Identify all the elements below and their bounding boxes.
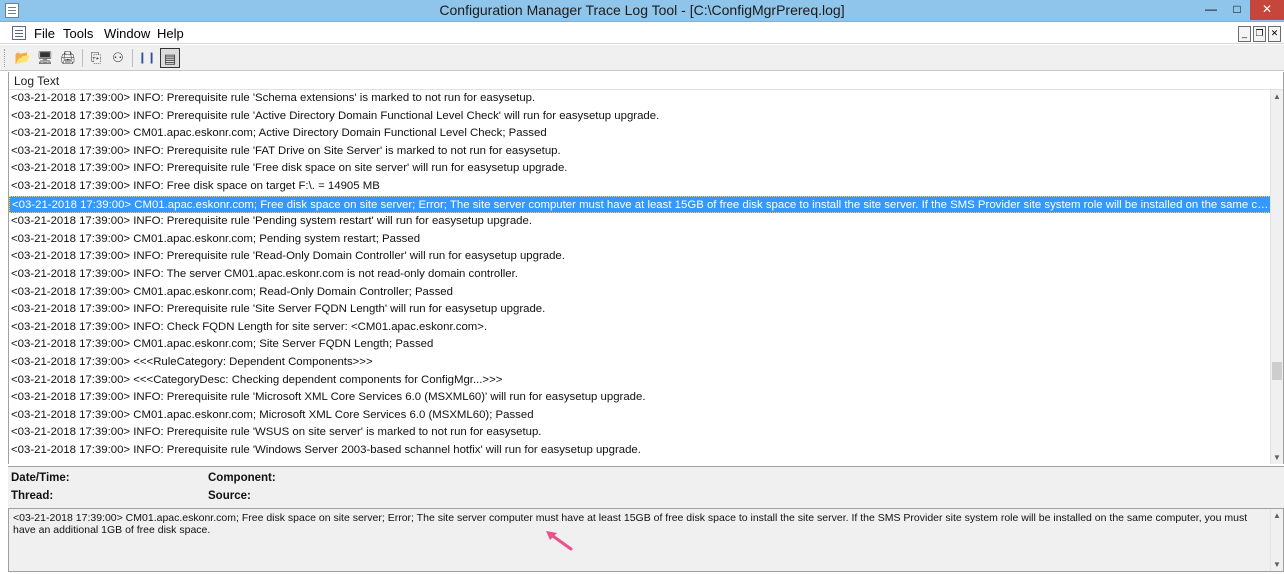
- log-vertical-scrollbar[interactable]: ▲ ▼: [1270, 90, 1283, 464]
- log-row[interactable]: <03-21-2018 17:39:00> INFO: Prerequisite…: [9, 143, 1271, 161]
- open-folder-icon[interactable]: 📂: [13, 48, 33, 68]
- scroll-up-icon[interactable]: ▲: [1273, 92, 1281, 101]
- menu-help[interactable]: Help: [157, 26, 184, 41]
- date-time-label: Date/Time:: [11, 472, 70, 484]
- minimize-button[interactable]: —: [1198, 0, 1224, 20]
- log-row[interactable]: <03-21-2018 17:39:00> CM01.apac.eskonr.c…: [9, 195, 1271, 214]
- menu-file[interactable]: File: [34, 26, 55, 41]
- log-row[interactable]: <03-21-2018 17:39:00> INFO: Prerequisite…: [9, 389, 1271, 407]
- copy-icon[interactable]: ⎘: [86, 48, 106, 68]
- pause-icon[interactable]: ❙❙: [137, 48, 157, 68]
- log-row[interactable]: <03-21-2018 17:39:00> CM01.apac.eskonr.c…: [9, 125, 1271, 143]
- log-row[interactable]: <03-21-2018 17:39:00> INFO: Check FQDN L…: [9, 319, 1271, 337]
- details-pane-icon[interactable]: ▤: [160, 48, 180, 68]
- mdi-restore-button[interactable]: ❐: [1253, 26, 1266, 42]
- find-binoculars-icon[interactable]: ⚇: [108, 48, 128, 68]
- toolbar: 📂 🖥 🖨 ⎘ ⚇ ❙❙ ▤: [0, 45, 1284, 71]
- log-row[interactable]: <03-21-2018 17:39:00> CM01.apac.eskonr.c…: [9, 284, 1271, 302]
- message-vertical-scrollbar[interactable]: ▲ ▼: [1270, 509, 1283, 571]
- mdi-close-button[interactable]: ✕: [1268, 26, 1281, 42]
- log-row[interactable]: <03-21-2018 17:39:00> CM01.apac.eskonr.c…: [9, 336, 1271, 354]
- scroll-up-icon[interactable]: ▲: [1273, 511, 1281, 520]
- toolbar-separator: [132, 49, 133, 67]
- log-row[interactable]: <03-21-2018 17:39:00> INFO: Prerequisite…: [9, 248, 1271, 266]
- source-label: Source:: [208, 490, 251, 502]
- log-row[interactable]: <03-21-2018 17:39:00> INFO: Prerequisite…: [9, 442, 1271, 460]
- mdi-minimize-button[interactable]: _: [1238, 26, 1251, 42]
- log-row[interactable]: <03-21-2018 17:39:00> <<<CategoryDesc: C…: [9, 372, 1271, 390]
- scroll-down-icon[interactable]: ▼: [1273, 453, 1281, 462]
- component-label: Component:: [208, 472, 276, 484]
- log-row[interactable]: <03-21-2018 17:39:00> CM01.apac.eskonr.c…: [9, 407, 1271, 425]
- log-column-header[interactable]: Log Text: [9, 72, 1283, 90]
- thread-label: Thread:: [11, 490, 54, 502]
- details-pane: Date/Time: Component: Thread: Source:: [8, 466, 1284, 508]
- message-pane[interactable]: <03-21-2018 17:39:00> CM01.apac.eskonr.c…: [8, 508, 1284, 572]
- log-row[interactable]: <03-21-2018 17:39:00> INFO: Prerequisite…: [9, 90, 1271, 108]
- menu-window[interactable]: Window: [104, 26, 150, 41]
- log-text-header-label: Log Text: [14, 74, 60, 88]
- toolbar-separator: [82, 49, 83, 67]
- log-row[interactable]: <03-21-2018 17:39:00> INFO: Prerequisite…: [9, 160, 1271, 178]
- menu-tools[interactable]: Tools: [63, 26, 93, 41]
- log-row[interactable]: <03-21-2018 17:39:00> INFO: Prerequisite…: [9, 108, 1271, 126]
- message-text[interactable]: <03-21-2018 17:39:00> CM01.apac.eskonr.c…: [13, 512, 1261, 536]
- toolbar-grip[interactable]: [4, 49, 7, 67]
- log-row[interactable]: <03-21-2018 17:39:00> INFO: Prerequisite…: [9, 213, 1271, 231]
- monitor-icon[interactable]: 🖥: [35, 48, 55, 68]
- window-title: Configuration Manager Trace Log Tool - […: [439, 2, 845, 18]
- close-button[interactable]: ✕: [1250, 0, 1284, 20]
- log-row[interactable]: <03-21-2018 17:39:00> INFO: The server C…: [9, 266, 1271, 284]
- annotation-arrow-icon: [546, 531, 573, 551]
- log-list: Log Text <03-21-2018 17:39:00> INFO: Pre…: [8, 72, 1284, 464]
- maximize-button[interactable]: □: [1224, 0, 1250, 20]
- log-row[interactable]: <03-21-2018 17:39:00> INFO: Prerequisite…: [9, 301, 1271, 319]
- log-row[interactable]: <03-21-2018 17:39:00> CM01.apac.eskonr.c…: [9, 231, 1271, 249]
- title-bar: Configuration Manager Trace Log Tool - […: [0, 0, 1284, 22]
- scroll-thumb[interactable]: [1272, 362, 1282, 380]
- document-window-icon[interactable]: [12, 26, 26, 40]
- scroll-down-icon[interactable]: ▼: [1273, 560, 1281, 569]
- log-row[interactable]: <03-21-2018 17:39:00> INFO: Prerequisite…: [9, 424, 1271, 442]
- menu-bar: File Tools Window Help: [0, 23, 1284, 44]
- log-rows: <03-21-2018 17:39:00> INFO: Prerequisite…: [9, 90, 1271, 459]
- log-row[interactable]: <03-21-2018 17:39:00> <<<RuleCategory: D…: [9, 354, 1271, 372]
- print-icon[interactable]: 🖨: [58, 48, 78, 68]
- log-row[interactable]: <03-21-2018 17:39:00> INFO: Free disk sp…: [9, 178, 1271, 196]
